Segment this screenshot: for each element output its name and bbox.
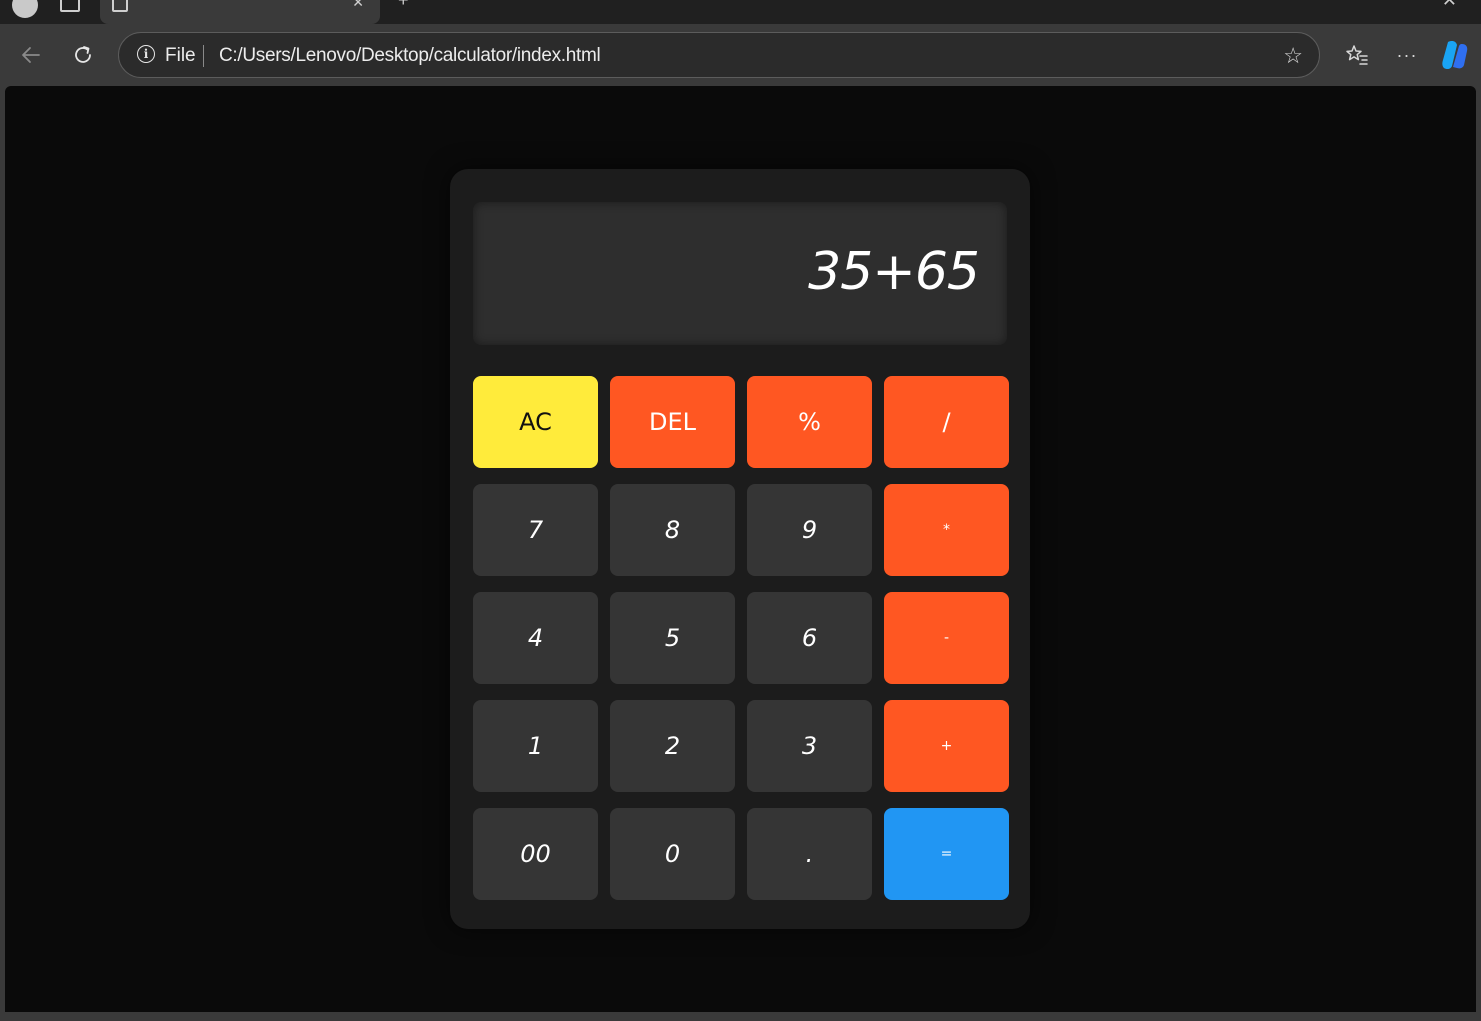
tab-strip: ✕ + ✕ (0, 0, 1481, 24)
ac-button[interactable]: AC (473, 376, 598, 468)
digit-8-button[interactable]: 8 (610, 484, 735, 576)
copilot-icon[interactable] (1440, 38, 1470, 72)
digit-6-button[interactable]: 6 (747, 592, 872, 684)
subtract-button[interactable]: - (884, 592, 1009, 684)
digit-2-button[interactable]: 2 (610, 700, 735, 792)
divide-button[interactable]: / (884, 376, 1009, 468)
page-viewport: 35+65 AC DEL % / 7 8 9 * 4 5 6 - 1 2 3 +… (5, 86, 1476, 1012)
site-info-label[interactable]: File (165, 45, 196, 67)
page-icon (112, 0, 128, 12)
percent-button[interactable]: % (747, 376, 872, 468)
digit-0-button[interactable]: 0 (610, 808, 735, 900)
tab-actions-icon[interactable] (60, 0, 80, 12)
display-value: 35+65 (808, 242, 980, 302)
browser-toolbar: i File C:/Users/Lenovo/Desktop/calculato… (0, 24, 1481, 86)
add-button[interactable]: + (884, 700, 1009, 792)
info-icon[interactable]: i (137, 45, 155, 63)
address-separator (203, 45, 204, 67)
more-icon[interactable]: ··· (1390, 38, 1424, 72)
digit-4-button[interactable]: 4 (473, 592, 598, 684)
digit-5-button[interactable]: 5 (610, 592, 735, 684)
url-text[interactable]: C:/Users/Lenovo/Desktop/calculator/index… (219, 45, 601, 67)
back-button[interactable] (14, 38, 48, 72)
favorites-button[interactable] (1340, 38, 1374, 72)
delete-button[interactable]: DEL (610, 376, 735, 468)
digit-1-button[interactable]: 1 (473, 700, 598, 792)
keypad: AC DEL % / 7 8 9 * 4 5 6 - 1 2 3 + 00 0 … (473, 376, 1009, 900)
digit-7-button[interactable]: 7 (473, 484, 598, 576)
double-zero-button[interactable]: 00 (473, 808, 598, 900)
reload-icon (75, 46, 91, 63)
digit-9-button[interactable]: 9 (747, 484, 872, 576)
decimal-button[interactable]: . (747, 808, 872, 900)
address-bar[interactable]: i File C:/Users/Lenovo/Desktop/calculato… (118, 32, 1320, 78)
close-icon[interactable]: ✕ (352, 0, 364, 11)
equals-button[interactable]: = (884, 808, 1009, 900)
profile-avatar-icon[interactable] (12, 0, 38, 18)
reload-button[interactable] (66, 38, 100, 72)
back-arrow-icon (22, 47, 40, 63)
calculator: 35+65 AC DEL % / 7 8 9 * 4 5 6 - 1 2 3 +… (450, 169, 1030, 929)
active-tab[interactable]: ✕ (100, 0, 380, 24)
star-icon[interactable]: ☆ (1283, 43, 1303, 69)
multiply-button[interactable]: * (884, 484, 1009, 576)
new-tab-icon[interactable]: + (398, 0, 409, 11)
digit-3-button[interactable]: 3 (747, 700, 872, 792)
calculator-display: 35+65 (473, 202, 1007, 345)
favorites-icon (1346, 45, 1368, 65)
window-close-icon[interactable]: ✕ (1442, 0, 1457, 11)
